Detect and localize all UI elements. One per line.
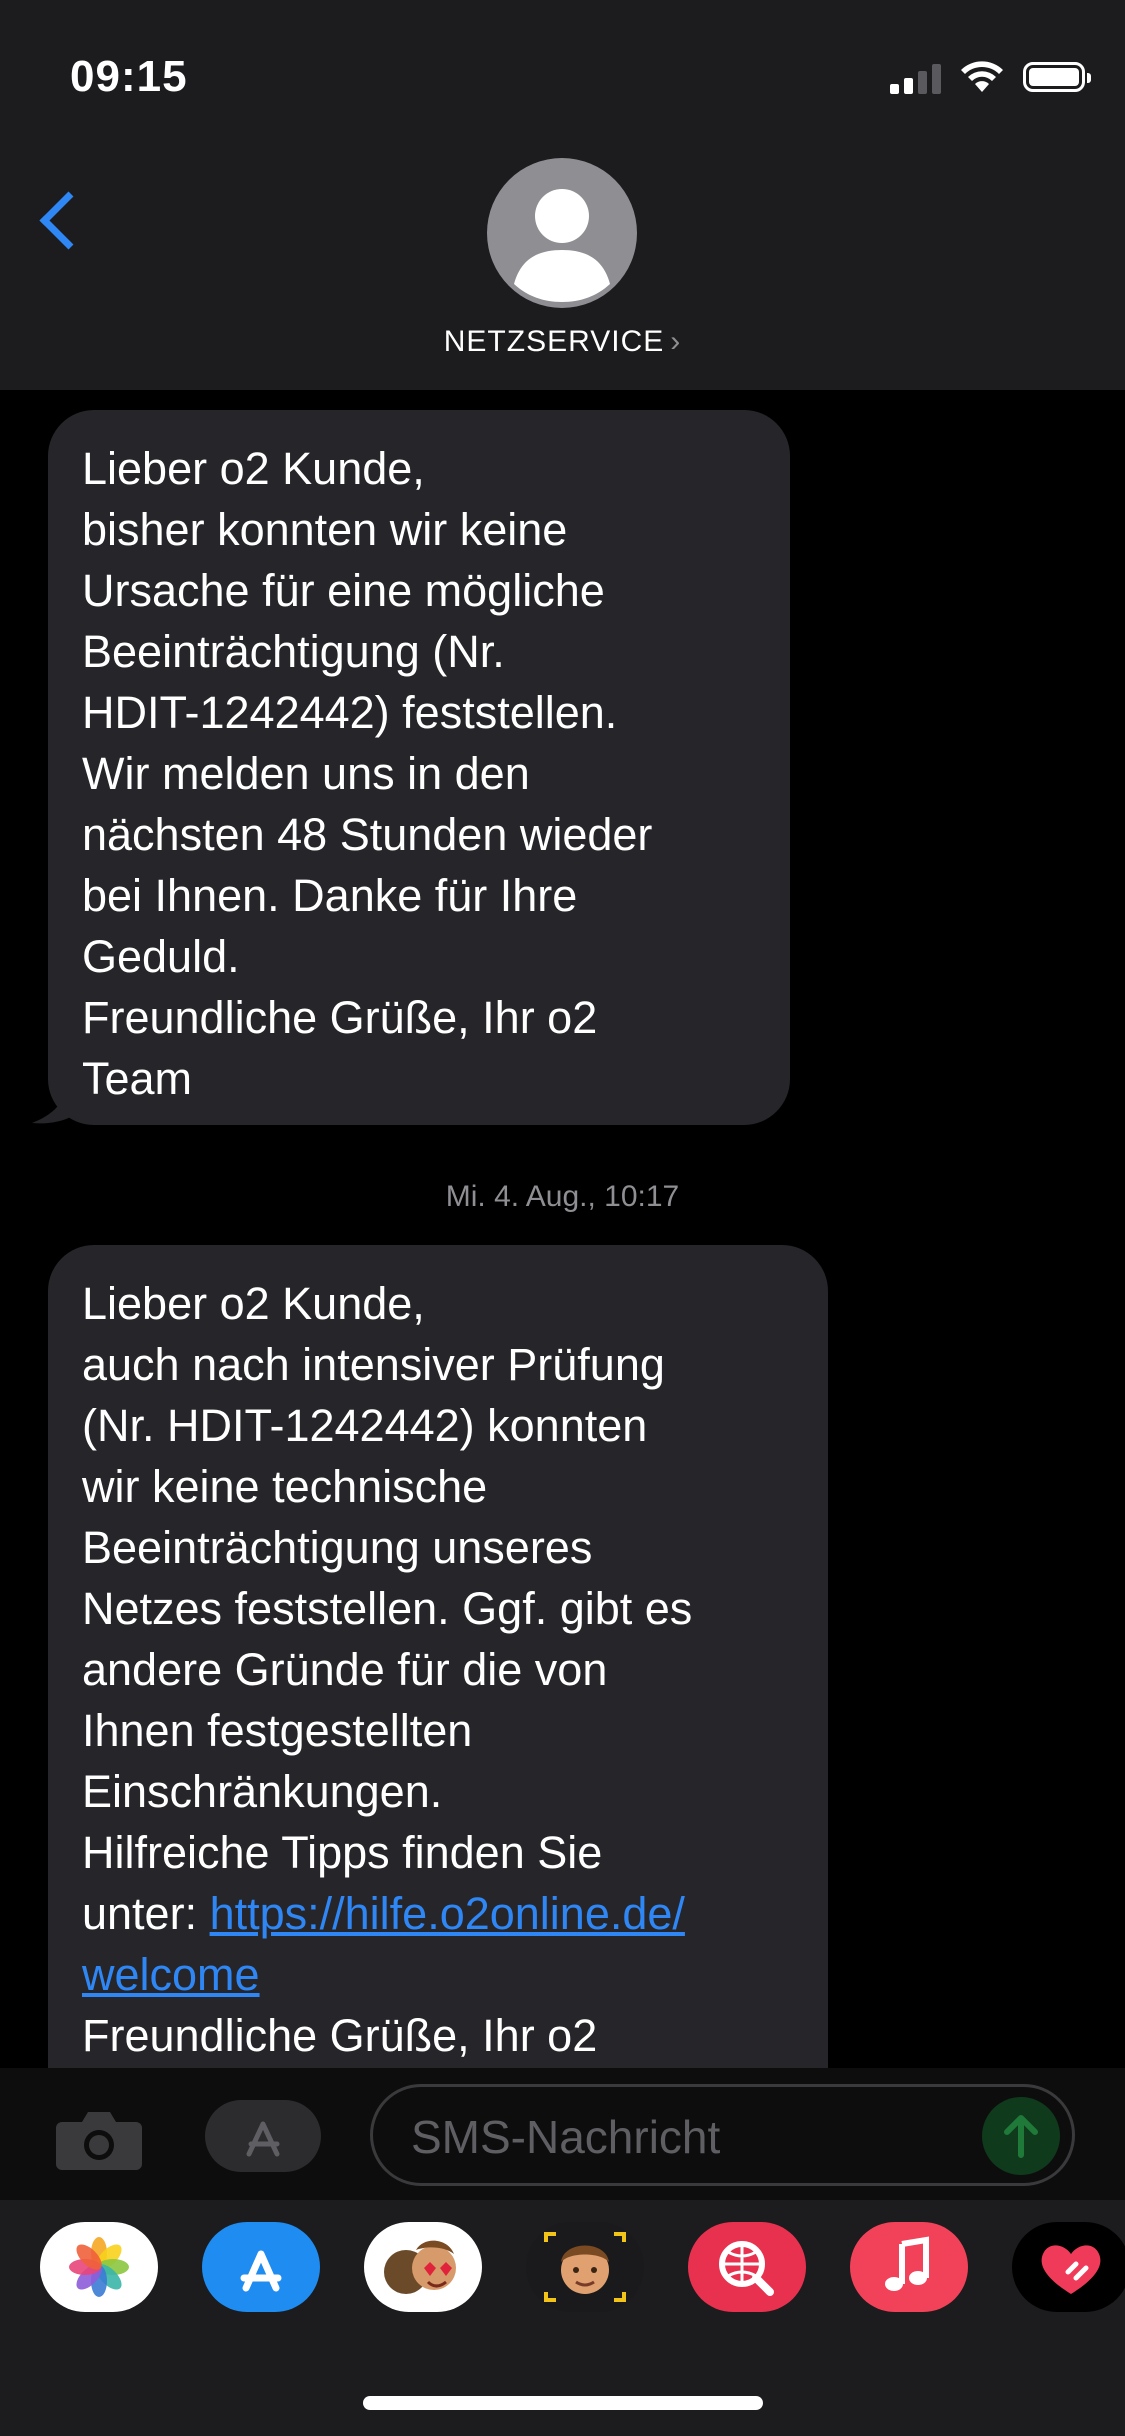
chevron-right-icon: › — [670, 325, 682, 358]
message-line: wir keine technische — [82, 1461, 488, 1512]
bubble-tail — [32, 1075, 82, 1124]
camera-icon[interactable] — [54, 2108, 144, 2170]
contact-name-button[interactable]: NETZSERVICE › — [0, 325, 1125, 359]
message-line: Geduld. — [82, 931, 240, 982]
back-chevron-icon[interactable] — [39, 191, 98, 250]
message-line: Lieber o2 Kunde, — [82, 443, 425, 494]
cellular-signal-icon — [890, 60, 941, 94]
message-line: Wir melden uns in den — [82, 748, 530, 799]
help-link-continued[interactable]: welcome — [82, 1949, 260, 2000]
message-line: Ihnen festgestellten — [82, 1705, 473, 1756]
person-silhouette-icon — [514, 189, 610, 302]
message-line: bisher konnten wir keine — [82, 504, 568, 555]
battery-icon — [1023, 62, 1091, 92]
home-indicator[interactable] — [363, 2396, 763, 2410]
music-app-icon[interactable] — [850, 2222, 968, 2312]
animoji-app-icon[interactable] — [526, 2222, 644, 2312]
photos-app-icon[interactable] — [40, 2222, 158, 2312]
message-bubble[interactable]: Lieber o2 Kunde, auch nach intensiver Pr… — [48, 1245, 828, 2145]
message-line: andere Gründe für die von — [82, 1644, 608, 1695]
conversation-header: 09:15 NETZSERVICE › — [0, 0, 1125, 390]
link-prefix: unter: — [82, 1888, 210, 1939]
message-line: Lieber o2 Kunde, — [82, 1278, 425, 1329]
message-line: bei Ihnen. Danke für Ihre — [82, 870, 578, 921]
message-timestamp: Mi. 4. Aug., 10:17 — [445, 1180, 680, 1213]
message-line: Freundliche Grüße, Ihr o2 — [82, 992, 598, 1043]
message-line: Netzes feststellen. Ggf. gibt es — [82, 1583, 693, 1634]
compose-bar — [0, 2068, 1125, 2200]
web-search-app-icon[interactable] — [688, 2222, 806, 2312]
wifi-icon — [961, 61, 1003, 92]
app-store-app-icon[interactable] — [202, 2222, 320, 2312]
message-bubble[interactable]: Lieber o2 Kunde, bisher konnten wir kein… — [48, 410, 790, 1125]
message-line: Beeinträchtigung unseres — [82, 1522, 593, 1573]
contact-avatar[interactable] — [487, 158, 637, 308]
message-line: Beeinträchtigung (Nr. — [82, 626, 505, 677]
arrow-up-icon — [1004, 2115, 1038, 2158]
message-input[interactable] — [409, 2103, 953, 2171]
send-button[interactable] — [982, 2097, 1060, 2175]
message-line: Freundliche Grüße, Ihr o2 — [82, 2010, 598, 2061]
contact-name: NETZSERVICE — [443, 325, 665, 358]
apps-button[interactable] — [205, 2100, 321, 2172]
status-time: 09:15 — [70, 52, 188, 101]
message-line: Ursache für eine mögliche — [82, 565, 605, 616]
help-link[interactable]: https://hilfe.o2online.de/ — [210, 1888, 685, 1939]
message-line: auch nach intensiver Prüfung — [82, 1339, 665, 1390]
digital-touch-app-icon[interactable] — [1012, 2222, 1125, 2312]
memoji-stickers-app-icon[interactable] — [364, 2222, 482, 2312]
message-line-link-continued: welcome — [82, 1944, 794, 2005]
message-line-with-link: unter: https://hilfe.o2online.de/ — [82, 1883, 794, 1944]
message-line: Team — [82, 1053, 193, 1104]
message-line: Hilfreiche Tipps finden Sie — [82, 1827, 603, 1878]
status-icons — [890, 60, 1091, 94]
message-line: Einschränkungen. — [82, 1766, 443, 1817]
app-store-icon — [246, 2121, 280, 2157]
message-line: HDIT-1242442) feststellen. — [82, 687, 618, 738]
message-field[interactable] — [370, 2084, 1075, 2186]
message-line: (Nr. HDIT-1242442) konnten — [82, 1400, 648, 1451]
message-line: nächsten 48 Stunden wieder — [82, 809, 653, 860]
